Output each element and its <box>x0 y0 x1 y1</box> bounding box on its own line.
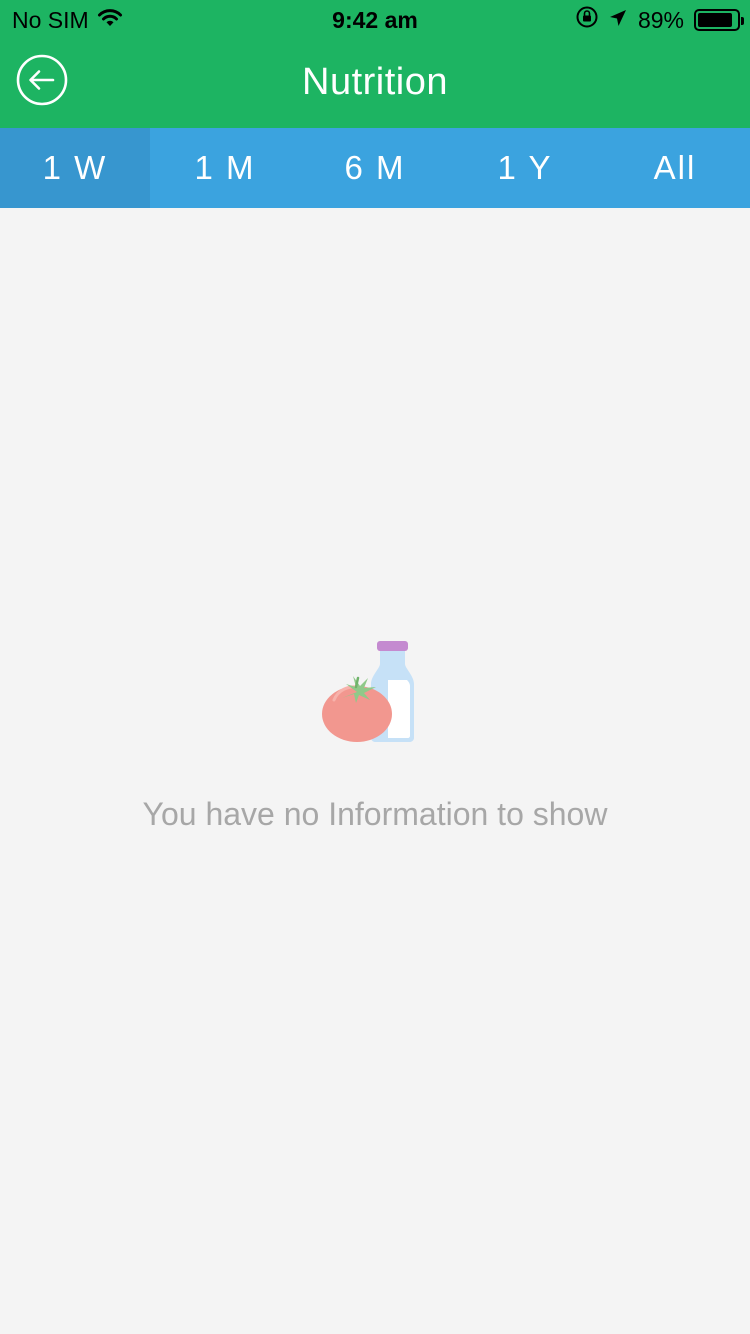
page-title: Nutrition <box>302 61 448 103</box>
empty-state: You have no Information to show <box>0 640 750 833</box>
empty-message: You have no Information to show <box>142 796 608 832</box>
tab-1y[interactable]: 1 Y <box>450 128 600 208</box>
tab-1m[interactable]: 1 M <box>150 128 300 208</box>
tab-6m[interactable]: 6 M <box>300 128 450 208</box>
tab-1w[interactable]: 1 W <box>0 128 150 208</box>
app-header: No SIM 9:42 am 89% Nutrition <box>0 0 750 128</box>
battery-percent: 89% <box>637 6 684 33</box>
battery-level <box>698 13 732 27</box>
tomato-bottle-icon <box>322 641 414 742</box>
status-bar: No SIM 9:42 am 89% <box>0 0 750 40</box>
orientation-lock-icon <box>576 6 598 34</box>
tab-all[interactable]: All <box>600 128 750 208</box>
status-right: 89% <box>576 6 744 34</box>
time-range-tabs: 1 W 1 M 6 M 1 Y All <box>0 128 750 208</box>
location-icon <box>608 7 628 34</box>
battery-icon <box>694 9 744 31</box>
nav-bar: Nutrition <box>0 40 750 128</box>
